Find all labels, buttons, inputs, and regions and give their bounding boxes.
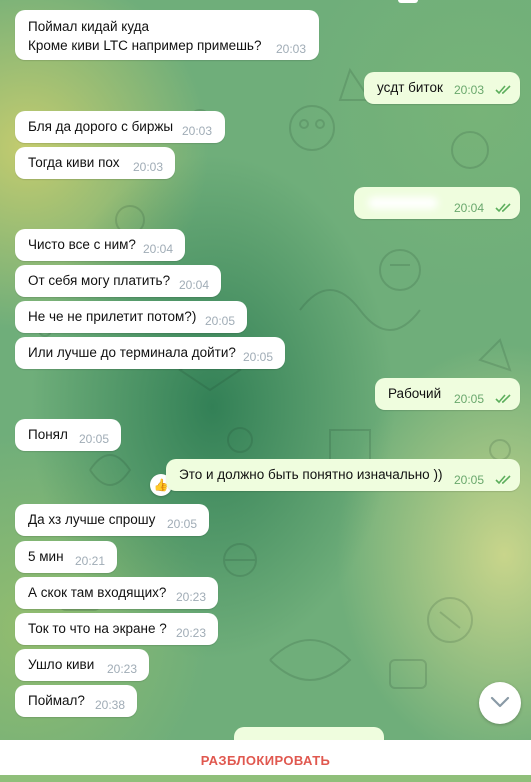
double-check-icon [495,85,511,95]
double-check-icon [495,394,511,404]
message-time: 20:23 [107,662,138,676]
message-time: 20:04 [143,242,174,256]
message-incoming[interactable]: Тогда киви пох 20:03 [15,147,175,179]
message-incoming[interactable]: Да хз лучше спрошу 20:05 [15,504,209,536]
message-incoming[interactable]: Чисто все с ним? 20:04 [15,229,185,261]
message-outgoing[interactable]: усдт биток 20:03 [364,72,520,104]
message-time: 20:21 [75,554,106,568]
message-text: А скок там входящих? [28,585,167,600]
message-incoming[interactable]: Понял 20:05 [15,419,121,451]
message-text: Или лучше до терминала дойти? [28,345,236,360]
chevron-down-icon [490,696,510,708]
message-text-line: Кроме киви LTC например примешь? [28,38,262,53]
redacted-content [368,197,438,209]
message-time: 20:03 [454,83,485,97]
message-incoming[interactable]: От себя могу платить? 20:04 [15,265,221,297]
message-text: Это и должно быть понятно изначально )) [179,467,443,482]
message-text: От себя могу платить? [28,273,171,288]
message-time: 20:38 [95,698,126,712]
message-text: Бля да дорого с биржы [28,119,174,134]
message-text: Поймал? [28,693,85,708]
message-incoming[interactable]: Поймал? 20:38 [15,685,137,717]
message-text-line: Поймал кидай куда [28,19,150,34]
message-time: 20:03 [276,42,307,56]
message-text: Поймал кидай куда Кроме киви LTC например… [28,17,261,55]
message-text: Чисто все с ним? [28,237,136,252]
message-text: Да хз лучше спрошу [28,512,156,527]
message-incoming[interactable]: А скок там входящих? 20:23 [15,577,218,609]
message-outgoing[interactable]: Рабочий 20:05 [375,378,520,410]
message-time: 20:23 [176,590,207,604]
message-text: Не че не прилетит потом?) [28,309,197,324]
top-edge-indicator [398,0,418,3]
message-incoming[interactable]: 5 мин 20:21 [15,541,117,573]
double-check-icon [495,475,511,485]
message-time: 20:05 [454,392,485,406]
message-text: Понял [28,427,68,442]
unblock-button[interactable]: РАЗБЛОКИРОВАТЬ [0,740,531,775]
message-time: 20:05 [79,432,110,446]
message-incoming[interactable]: Не че не прилетит потом?) 20:05 [15,301,247,333]
message-time: 20:04 [179,278,210,292]
message-outgoing-redacted[interactable]: 20:04 [354,187,520,219]
message-text: Ушло киви [28,657,95,672]
message-text: усдт биток [377,80,443,95]
message-incoming[interactable]: Ток то что на экране ? 20:23 [15,613,218,645]
bottom-bar: РАЗБЛОКИРОВАТЬ [0,740,531,775]
message-time: 20:05 [205,314,236,328]
message-time: 20:03 [182,124,213,138]
message-time: 20:05 [454,473,485,487]
message-time: 20:03 [133,160,164,174]
message-text: Ток то что на экране ? [28,621,167,636]
message-outgoing[interactable]: Это и должно быть понятно изначально )) … [166,459,520,491]
message-time: 20:05 [243,350,274,364]
message-text: 5 мин [28,549,64,564]
message-text: Рабочий [388,386,442,401]
message-time: 20:05 [167,517,198,531]
message-time: 20:04 [454,201,485,215]
message-time: 20:23 [176,626,207,640]
message-incoming[interactable]: Или лучше до терминала дойти? 20:05 [15,337,285,369]
message-incoming[interactable]: Бля да дорого с биржы 20:03 [15,111,225,143]
message-text: Тогда киви пох [28,155,120,170]
scroll-down-button[interactable] [479,682,521,724]
message-incoming[interactable]: Ушло киви 20:23 [15,649,149,681]
message-incoming[interactable]: Поймал кидай куда Кроме киви LTC например… [15,10,319,60]
double-check-icon [495,203,511,213]
